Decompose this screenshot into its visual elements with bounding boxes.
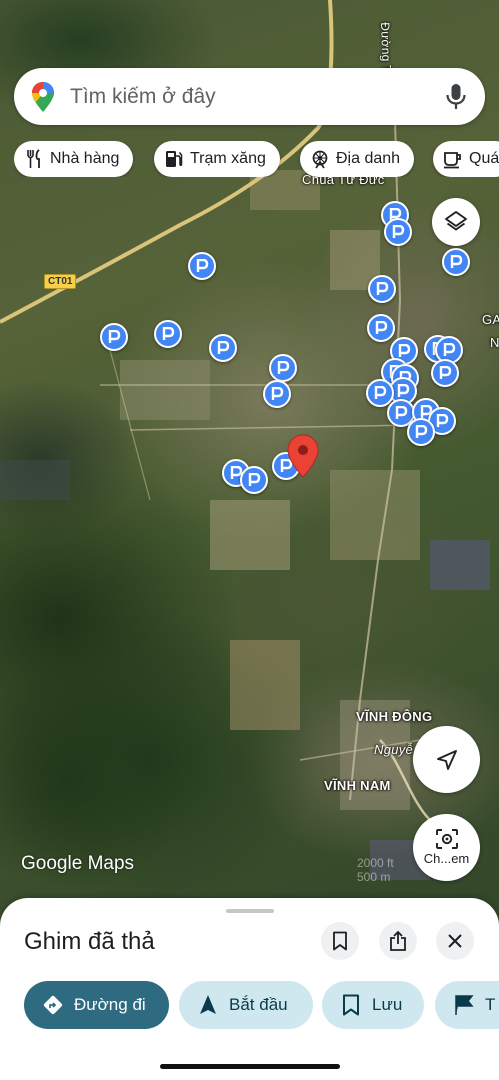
parking-pin-icon[interactable] xyxy=(384,218,412,246)
parking-pin-icon[interactable] xyxy=(209,334,237,362)
parking-pin-icon[interactable] xyxy=(240,466,268,494)
chip-coffee[interactable]: Quá xyxy=(433,141,499,177)
chip-label: Địa danh xyxy=(336,150,401,167)
search-bar[interactable] xyxy=(14,68,485,125)
layers-button[interactable] xyxy=(432,198,480,246)
my-location-button[interactable] xyxy=(413,726,480,793)
map-label-edge: N xyxy=(490,335,499,350)
navigation-arrow-icon xyxy=(436,749,457,770)
restaurant-icon xyxy=(27,149,40,168)
place-bottom-sheet[interactable]: Ghim đã thả Đường đi Bắt đầu Lưu T xyxy=(0,898,499,1080)
label-button[interactable]: T xyxy=(435,981,499,1029)
chip-attractions[interactable]: Địa danh xyxy=(300,141,415,177)
lens-label: Ch...em xyxy=(423,851,470,866)
action-label: Lưu xyxy=(372,995,403,1014)
directions-icon xyxy=(43,995,63,1015)
action-label: Đường đi xyxy=(74,995,146,1014)
share-button[interactable] xyxy=(379,922,417,960)
parking-pin-icon[interactable] xyxy=(269,354,297,382)
bookmark-icon xyxy=(333,931,347,951)
category-chips: Nhà hàng Trạm xăng Địa danh Quá xyxy=(14,141,499,177)
navigation-icon xyxy=(200,995,216,1014)
parking-pin-icon[interactable] xyxy=(100,323,128,351)
chip-label: Quá xyxy=(469,150,499,167)
parking-pin-icon[interactable] xyxy=(188,252,216,280)
parking-pin-icon[interactable] xyxy=(442,248,470,276)
google-maps-pin-icon xyxy=(32,82,54,112)
flag-icon xyxy=(455,995,474,1015)
start-navigation-button[interactable]: Bắt đầu xyxy=(179,981,313,1029)
scale-bar: 2000 ft 500 m xyxy=(357,856,394,884)
gas-station-icon xyxy=(166,151,183,167)
map-label-road-nguyen: Nguyễ xyxy=(374,742,414,757)
directions-button[interactable]: Đường đi xyxy=(24,981,169,1029)
camera-lens-icon xyxy=(435,829,458,849)
map-label-edge: GA xyxy=(482,312,499,327)
attraction-icon xyxy=(312,150,328,169)
chip-gas-stations[interactable]: Trạm xăng xyxy=(154,141,280,177)
road-badge-ct01: CT01 xyxy=(44,274,77,289)
chip-label: Nhà hàng xyxy=(50,150,120,167)
save-bookmark-button[interactable] xyxy=(321,922,359,960)
save-button[interactable]: Lưu xyxy=(322,981,424,1029)
close-button[interactable] xyxy=(436,922,474,960)
parking-pin-icon[interactable] xyxy=(431,359,459,387)
microphone-icon[interactable] xyxy=(444,83,468,111)
search-input[interactable] xyxy=(70,80,430,113)
layers-icon xyxy=(445,211,467,231)
bookmark-icon xyxy=(343,994,359,1016)
chip-label: Trạm xăng xyxy=(190,150,266,167)
dropped-pin-icon[interactable] xyxy=(287,434,319,478)
share-icon xyxy=(390,931,406,951)
sheet-drag-handle[interactable] xyxy=(226,909,274,913)
close-icon xyxy=(448,934,462,948)
map-label-vinh-dong[interactable]: VĨNH ĐÔNG xyxy=(356,709,432,724)
google-maps-logo: Google Maps xyxy=(21,853,135,874)
action-label: T xyxy=(485,995,496,1014)
sheet-title: Ghim đã thả xyxy=(24,928,155,955)
chip-restaurants[interactable]: Nhà hàng xyxy=(14,141,134,177)
parking-pin-icon[interactable] xyxy=(368,275,396,303)
coffee-icon xyxy=(444,152,461,169)
parking-pin-icon[interactable] xyxy=(154,320,182,348)
map-label-vinh-nam[interactable]: VĨNH NAM xyxy=(324,778,391,793)
lens-button[interactable]: Ch...em xyxy=(413,814,480,881)
parking-pin-icon[interactable] xyxy=(263,380,291,408)
parking-pin-icon[interactable] xyxy=(367,314,395,342)
action-buttons: Đường đi Bắt đầu Lưu T xyxy=(24,981,499,1029)
parking-pin-icon[interactable] xyxy=(407,418,435,446)
home-indicator xyxy=(160,1064,340,1069)
action-label: Bắt đầu xyxy=(229,995,288,1014)
